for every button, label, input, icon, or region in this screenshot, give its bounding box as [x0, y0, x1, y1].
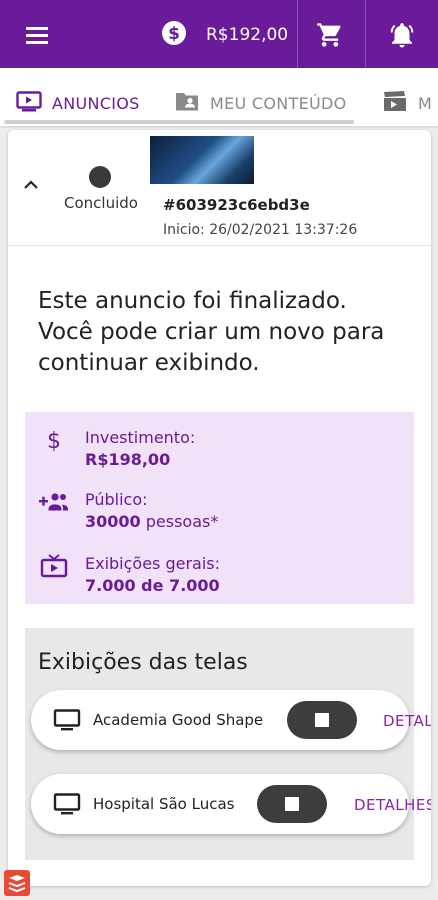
screens-panel: Exibições das telas Academia Good Shape …: [25, 628, 431, 860]
views-label: Exibições gerais:: [85, 554, 221, 573]
stats-panel: $ Investimento: R$198,00 Público: 30000 …: [25, 412, 414, 604]
investment-value: R$198,00: [85, 450, 171, 469]
ad-card: Concluido #603923c6ebd3e Inicio: 26/02/2…: [8, 130, 431, 886]
details-link[interactable]: DETALHES: [354, 796, 431, 814]
screen-name: Hospital São Lucas: [93, 795, 235, 813]
audience-unit: pessoas*: [140, 512, 219, 531]
folder-person-icon: [174, 90, 200, 116]
tab-label: ANUNCIOS: [52, 93, 140, 113]
divider: [365, 0, 366, 68]
bell-ring-icon[interactable]: [384, 17, 420, 53]
investment-label: Investimento:: [85, 428, 196, 447]
stop-button[interactable]: [257, 785, 327, 823]
balance-display[interactable]: $ R$192,00: [160, 18, 288, 52]
audience-value: 30000 pessoas*: [85, 512, 218, 531]
tv-icon: [53, 709, 81, 731]
details-link[interactable]: DETALHES: [383, 712, 431, 730]
dollar-circle-icon: $: [160, 19, 188, 51]
stop-button[interactable]: [287, 701, 357, 739]
status-dot: [89, 166, 111, 188]
screen-row: Hospital São Lucas DETALHES: [31, 774, 431, 834]
audience-number: 30000: [85, 512, 141, 531]
svg-text:$: $: [168, 24, 180, 44]
audience-label: Público:: [85, 490, 148, 509]
tab-label: M: [418, 93, 433, 113]
ad-card-header[interactable]: Concluido #603923c6ebd3e Inicio: 26/02/2…: [8, 130, 431, 246]
screens-title: Exibições das telas: [38, 650, 248, 675]
tab-meu-conteudo[interactable]: MEU CONTEÚDO: [174, 90, 347, 116]
clapperboard-icon: [382, 90, 408, 116]
menu-icon[interactable]: [14, 20, 60, 50]
screen-name: Academia Good Shape: [93, 711, 264, 729]
app-logo-icon: [4, 870, 30, 896]
screen-row: Academia Good Shape DETALHES: [31, 690, 431, 750]
ad-id: #603923c6ebd3e: [163, 196, 310, 214]
tv-icon: [53, 793, 81, 815]
cart-icon[interactable]: [312, 18, 348, 52]
balance-value: R$192,00: [206, 25, 289, 45]
tab-more[interactable]: M: [382, 90, 432, 116]
add-group-icon: [39, 488, 69, 516]
tab-scrollbar[interactable]: [4, 120, 354, 124]
tv-play-icon: [39, 552, 69, 580]
svg-text:$: $: [47, 429, 61, 453]
ad-start-date: Inicio: 26/02/2021 13:37:26: [163, 222, 358, 238]
chevron-up-icon[interactable]: [22, 176, 40, 190]
finished-message: Este anuncio foi finalizado. Você pode c…: [38, 288, 385, 376]
views-value: 7.000 de 7.000: [85, 576, 220, 595]
status-label: Concluido: [64, 194, 138, 212]
tab-label: MEU CONTEÚDO: [210, 93, 347, 113]
divider: [297, 0, 298, 68]
divider: [0, 126, 438, 128]
dollar-icon: $: [39, 426, 69, 454]
play-screen-icon: [16, 90, 42, 116]
tab-anuncios[interactable]: ANUNCIOS: [16, 90, 140, 116]
ad-thumbnail[interactable]: [150, 136, 254, 184]
tab-bar: ANUNCIOS MEU CONTEÚDO M: [0, 68, 438, 128]
app-bar: $ R$192,00: [0, 0, 438, 68]
